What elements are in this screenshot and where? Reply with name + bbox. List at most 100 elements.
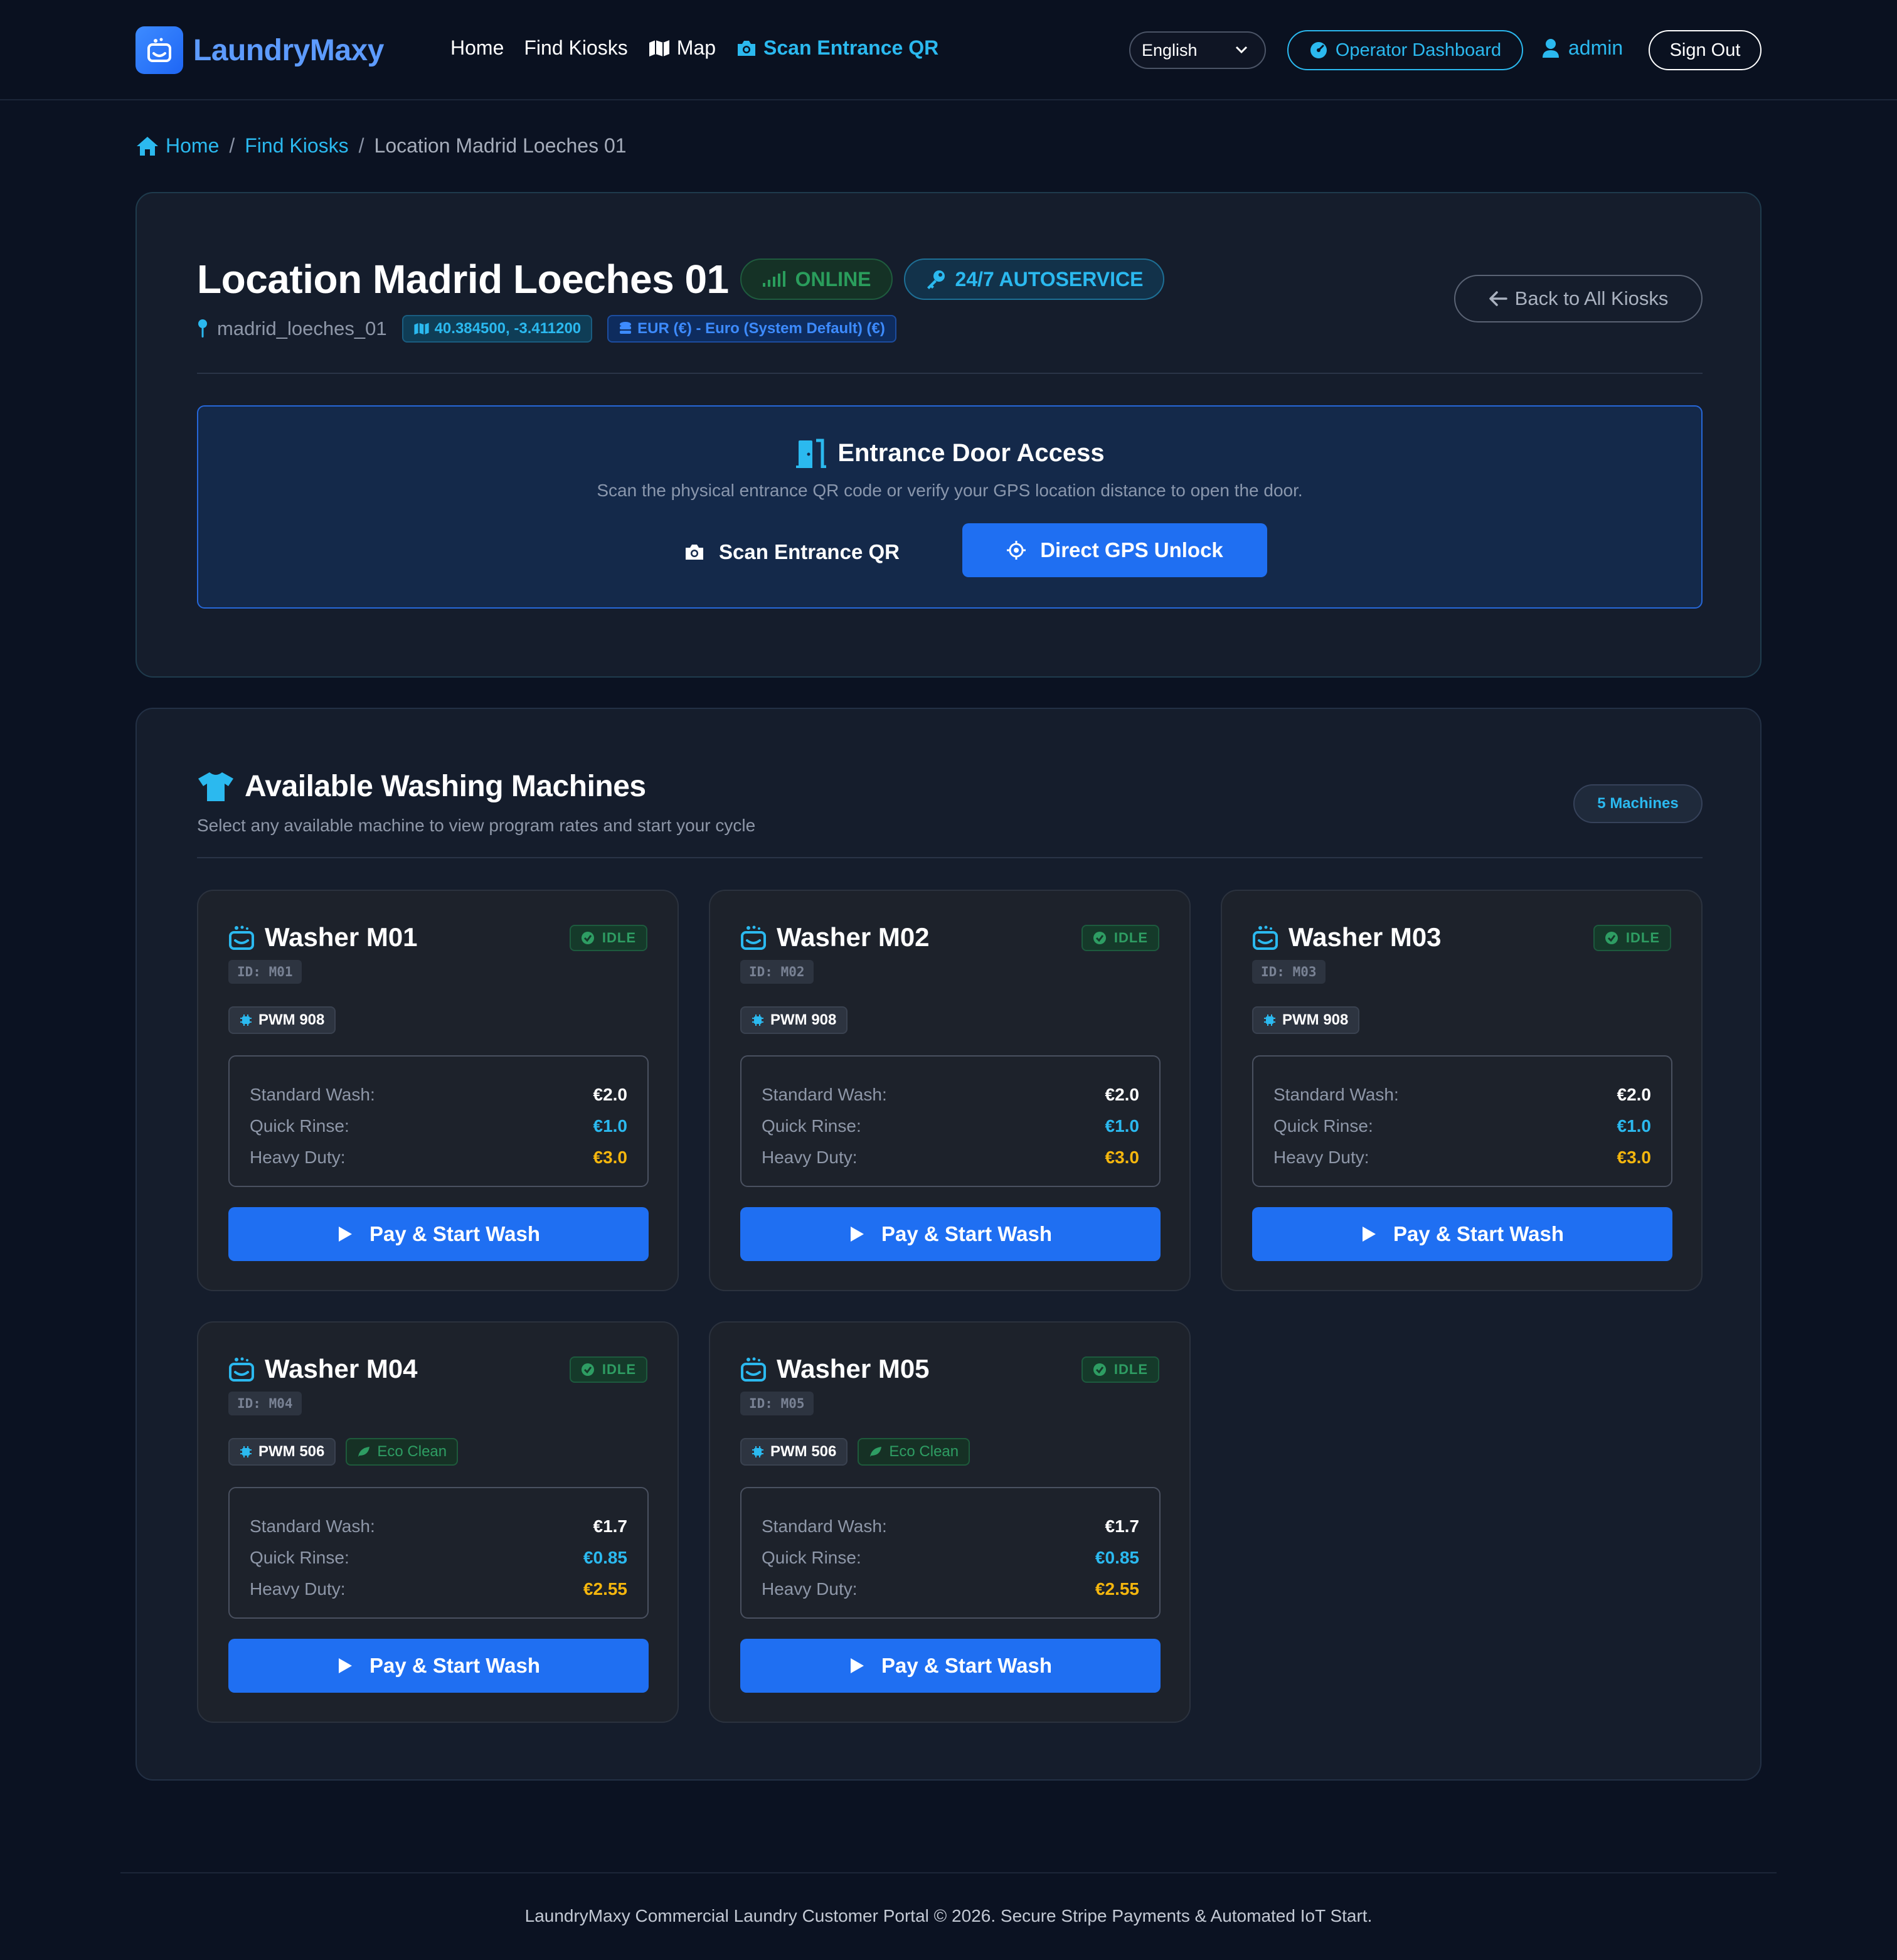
currency-pill: EUR (€) - Euro (System Default) (€): [607, 315, 896, 343]
operator-dashboard-label: Operator Dashboard: [1335, 40, 1502, 60]
rate-row-heavy: Heavy Duty: €3.0: [762, 1142, 1139, 1173]
machine-chips: PWM 908: [1252, 1006, 1360, 1034]
status-text: IDLE: [602, 1361, 636, 1377]
machine-header: Washer M05: [740, 1354, 930, 1384]
nav-find-kiosks-label: Find Kiosks: [524, 36, 628, 59]
brand[interactable]: LaundryMaxy: [136, 26, 384, 74]
rate-label: Quick Rinse:: [762, 1548, 861, 1567]
top-navbar: LaundryMaxy Home Find Kiosks Map Scan En…: [0, 0, 1897, 100]
door-access-title-text: Entrance Door Access: [837, 439, 1105, 467]
map-icon: [648, 39, 671, 58]
machine-header: Washer M03: [1252, 922, 1442, 952]
breadcrumb-home-label: Home: [166, 134, 220, 157]
back-to-kiosks-button[interactable]: Back to All Kiosks: [1454, 275, 1703, 322]
pay-start-wash-button[interactable]: Pay & Start Wash: [740, 1207, 1161, 1261]
user-menu[interactable]: admin: [1542, 36, 1623, 60]
coordinates-pill: 40.384500, -3.411200: [401, 315, 593, 343]
machine-id: ID: M02: [740, 960, 814, 984]
username: admin: [1568, 36, 1623, 59]
rate-value: €1.0: [1617, 1116, 1652, 1136]
rate-value: €3.0: [1105, 1148, 1140, 1167]
rate-row-standard: Standard Wash: €1.7: [250, 1511, 627, 1542]
model-label: PWM 506: [770, 1443, 837, 1460]
nav-map[interactable]: Map: [648, 36, 716, 60]
machine-card[interactable]: Washer M02 IDLE ID: M02 PWM 908 Standard Was…: [709, 890, 1191, 1291]
play-icon: [1361, 1225, 1377, 1243]
machine-chips: PWM 908: [740, 1006, 848, 1034]
check-circle-icon: [1605, 931, 1618, 945]
machines-card: Available Washing Machines Select any av…: [136, 708, 1761, 1781]
rate-value: €3.0: [1617, 1148, 1652, 1167]
machine-card[interactable]: Washer M05 IDLE ID: M05 PWM 506 Eco Clean Sta…: [709, 1321, 1191, 1723]
washer-icon: [228, 925, 255, 950]
eco-chip: Eco Clean: [346, 1438, 459, 1466]
pay-start-wash-button[interactable]: Pay & Start Wash: [228, 1207, 649, 1261]
pin-icon: [197, 319, 208, 339]
breadcrumb-find-kiosks[interactable]: Find Kiosks: [245, 134, 348, 157]
pay-start-wash-button[interactable]: Pay & Start Wash: [1252, 1207, 1672, 1261]
machine-header: Washer M01: [228, 922, 418, 952]
machine-name: Washer M03: [1289, 922, 1442, 952]
signal-icon: [762, 270, 787, 288]
rate-row-quick: Quick Rinse: €0.85: [250, 1542, 627, 1574]
brand-name: LaundryMaxy: [193, 33, 384, 67]
nav-map-label: Map: [676, 36, 716, 59]
breadcrumb-home[interactable]: Home: [136, 134, 219, 157]
play-icon: [337, 1657, 353, 1675]
pay-button-label: Pay & Start Wash: [881, 1654, 1053, 1677]
model-label: PWM 908: [258, 1011, 325, 1028]
rate-value: €2.0: [593, 1085, 628, 1104]
model-label: PWM 506: [258, 1443, 325, 1460]
machine-chips: PWM 908: [228, 1006, 336, 1034]
footer-divider: [120, 1872, 1777, 1873]
play-icon: [849, 1225, 865, 1243]
scan-entrance-qr-button[interactable]: Scan Entrance QR: [672, 526, 911, 578]
back-button-label: Back to All Kiosks: [1514, 287, 1669, 309]
language-select[interactable]: English: [1129, 31, 1266, 69]
machine-name: Washer M05: [777, 1354, 930, 1383]
check-circle-icon: [581, 1363, 595, 1377]
status-text: IDLE: [1625, 930, 1660, 945]
main-nav: Home Find Kiosks Map Scan Entrance QR: [450, 36, 938, 60]
rates-box: Standard Wash: €2.0 Quick Rinse: €1.0 Heavy …: [1252, 1055, 1672, 1187]
nav-scan-label: Scan Entrance QR: [763, 36, 939, 59]
machine-id: ID: M01: [228, 960, 302, 984]
key-icon: [925, 269, 947, 290]
pay-start-wash-button[interactable]: Pay & Start Wash: [228, 1639, 649, 1693]
machine-card[interactable]: Washer M01 IDLE ID: M01 PWM 908 Standard Was…: [197, 890, 679, 1291]
machine-header: Washer M04: [228, 1354, 418, 1384]
camera-icon: [736, 40, 757, 57]
service-label: 24/7 AUTOSERVICE: [955, 267, 1144, 290]
location-card: Location Madrid Loeches 01 ONLINE 24/7 A…: [136, 192, 1761, 678]
pay-start-wash-button[interactable]: Pay & Start Wash: [740, 1639, 1161, 1693]
breadcrumb: Home / Find Kiosks / Location Madrid Loe…: [136, 134, 627, 157]
status-badge: IDLE: [1081, 925, 1159, 951]
language-value: English: [1142, 40, 1198, 60]
washer-logo-icon: [136, 26, 183, 74]
sign-out-button[interactable]: Sign Out: [1649, 30, 1761, 70]
rate-label: Quick Rinse:: [250, 1548, 349, 1567]
direct-gps-unlock-button[interactable]: Direct GPS Unlock: [962, 523, 1267, 577]
arrow-left-icon: [1489, 290, 1507, 307]
machines-title: Available Washing Machines: [197, 769, 646, 804]
operator-dashboard-button[interactable]: Operator Dashboard: [1287, 30, 1523, 70]
status-badge-online: ONLINE: [740, 258, 893, 300]
nav-home[interactable]: Home: [450, 36, 504, 60]
rate-row-standard: Standard Wash: €2.0: [762, 1079, 1139, 1110]
machine-card[interactable]: Washer M04 IDLE ID: M04 PWM 506 Eco Clean Sta…: [197, 1321, 679, 1723]
coins-icon: [619, 321, 632, 336]
user-icon: [1542, 38, 1560, 58]
machine-card[interactable]: Washer M03 IDLE ID: M03 PWM 908 Standard Was…: [1221, 890, 1703, 1291]
rate-label: Heavy Duty:: [250, 1148, 346, 1167]
machine-id: ID: M05: [740, 1392, 814, 1415]
status-badge: IDLE: [1081, 1356, 1159, 1383]
machines-subtitle: Select any available machine to view pro…: [197, 816, 756, 835]
tshirt-icon: [197, 771, 235, 802]
nav-find-kiosks[interactable]: Find Kiosks: [524, 36, 627, 60]
rate-value: €2.0: [1105, 1085, 1140, 1104]
rate-label: Standard Wash:: [1273, 1085, 1399, 1104]
chevron-down-icon: [1235, 45, 1248, 55]
location-slug: madrid_loeches_01: [197, 317, 387, 340]
nav-scan-entrance-qr[interactable]: Scan Entrance QR: [736, 36, 938, 60]
cpu-icon: [1263, 1014, 1276, 1026]
